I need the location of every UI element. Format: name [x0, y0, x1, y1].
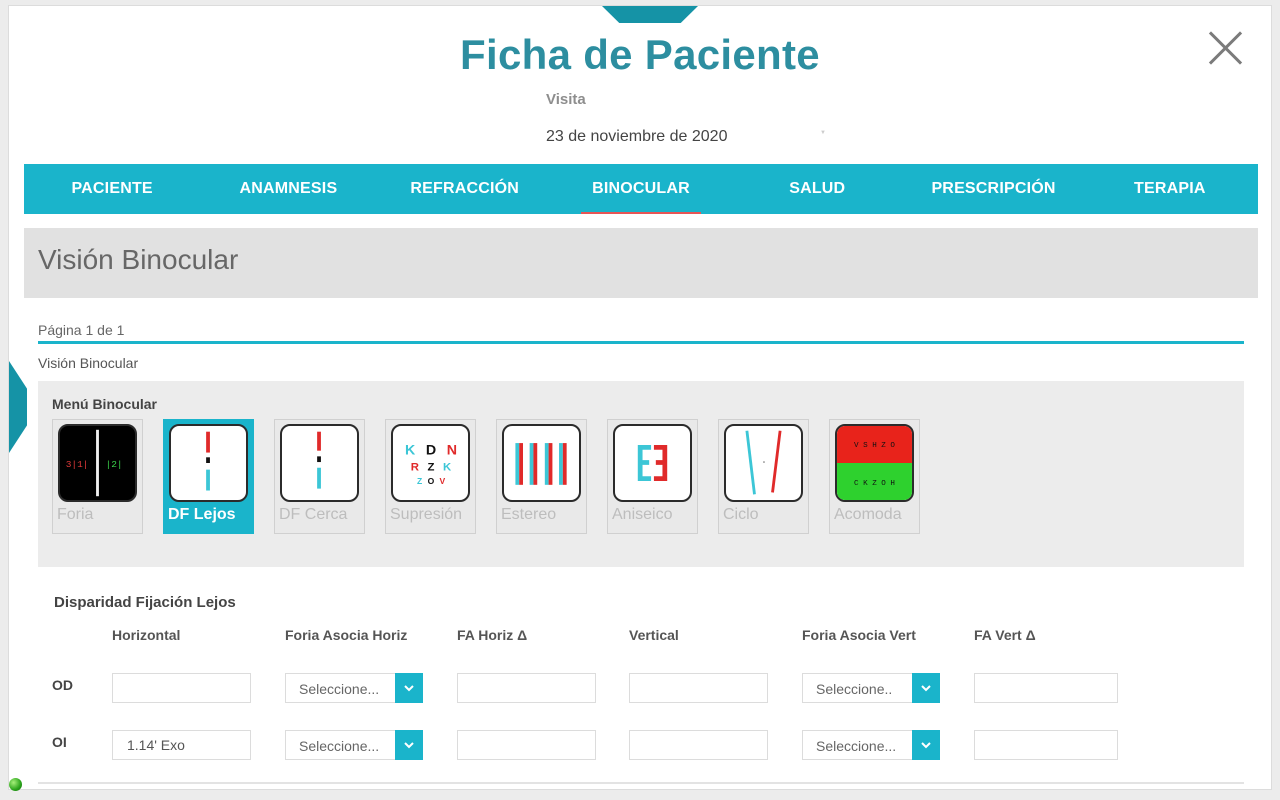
svg-text:V S H Z O: V S H Z O [854, 442, 895, 450]
col-header-foria-asocia-horiz: Foria Asocia Horiz [285, 627, 408, 643]
tab-anamnesis[interactable]: ANAMNESIS [200, 164, 376, 214]
ciclo-chart-icon [724, 424, 803, 502]
oi-fa-horiz-input[interactable] [457, 730, 596, 760]
chevron-down-icon[interactable] [912, 730, 940, 760]
menu-item-label: Acomoda [834, 506, 902, 523]
oi-fa-vert-input[interactable] [974, 730, 1118, 760]
select-value: Seleccione... [816, 738, 897, 754]
svg-text:N: N [447, 442, 457, 458]
menu-item-df-lejos[interactable]: DF Lejos [163, 419, 254, 534]
menu-item-label: Estereo [501, 506, 557, 523]
page-divider [38, 341, 1244, 344]
menu-item-ciclo[interactable]: Ciclo [718, 419, 809, 534]
menu-item-label: Aniseico [612, 506, 673, 523]
chevron-down-icon[interactable] [395, 673, 423, 703]
col-header-fa-horiz: FA Horiz Δ [457, 627, 528, 643]
visit-caret-icon: ▼ [820, 130, 826, 136]
menu-item-df-cerca[interactable]: DF Cerca [274, 419, 365, 534]
row-label-oi: OI [52, 734, 67, 750]
oi-foria-vert-select[interactable]: Seleccione... [802, 730, 940, 760]
menu-item-label: Ciclo [723, 506, 759, 523]
od-foria-horiz-select[interactable]: Seleccione... [285, 673, 423, 703]
od-foria-vert-select[interactable]: Seleccione.. [802, 673, 940, 703]
svg-text:|2|: |2| [106, 459, 123, 470]
breadcrumb: Visión Binocular [38, 355, 139, 371]
col-header-vertical: Vertical [629, 627, 679, 643]
tab-terapia[interactable]: TERAPIA [1082, 164, 1258, 214]
visit-label: Visita [546, 91, 586, 108]
section-title: Visión Binocular [38, 244, 239, 275]
status-indicator-icon [9, 778, 22, 791]
svg-text:R: R [411, 462, 419, 474]
menu-item-acomoda[interactable]: V S H Z O C K Z O H Acomoda [829, 419, 920, 534]
main-tab-bar: PACIENTE ANAMNESIS REFRACCIÓN BINOCULAR … [24, 164, 1258, 214]
close-icon[interactable] [1207, 30, 1243, 66]
bottom-divider [38, 782, 1244, 784]
col-header-horizontal: Horizontal [112, 627, 181, 643]
page-info: Página 1 de 1 [38, 322, 125, 338]
decorative-left-tab [9, 361, 27, 453]
select-value: Seleccione... [299, 738, 380, 754]
select-value: Seleccione.. [816, 681, 893, 697]
col-header-foria-asocia-vert: Foria Asocia Vert [802, 627, 916, 643]
menu-item-estereo[interactable]: Estereo [496, 419, 587, 534]
acomoda-chart-icon: V S H Z O C K Z O H [835, 424, 914, 502]
od-fa-vert-input[interactable] [974, 673, 1118, 703]
svg-text:O: O [428, 476, 435, 486]
svg-text:Z: Z [417, 476, 422, 486]
chevron-down-icon[interactable] [395, 730, 423, 760]
supresion-chart-icon: K D N R Z K Z O V [391, 424, 470, 502]
chevron-down-icon[interactable] [912, 673, 940, 703]
menu-item-supresion[interactable]: K D N R Z K Z O V Supresión [385, 419, 476, 534]
svg-text:Z: Z [427, 462, 434, 474]
svg-text:3|1|: 3|1| [66, 459, 89, 470]
estereo-chart-icon [502, 424, 581, 502]
oi-vertical-input[interactable] [629, 730, 768, 760]
menu-item-label: Foria [57, 506, 94, 523]
menu-item-label: Supresión [390, 506, 463, 523]
tab-salud[interactable]: SALUD [729, 164, 905, 214]
df-cerca-chart-icon [280, 424, 359, 502]
visit-date-select[interactable]: 23 de noviembre de 2020 [546, 128, 727, 146]
section-header: Visión Binocular [24, 228, 1258, 298]
oi-foria-horiz-select[interactable]: Seleccione... [285, 730, 423, 760]
form-title: Disparidad Fijación Lejos [54, 594, 236, 611]
od-fa-horiz-input[interactable] [457, 673, 596, 703]
df-lejos-chart-icon [169, 424, 248, 502]
tab-binocular[interactable]: BINOCULAR [553, 164, 729, 214]
svg-text:V: V [440, 476, 446, 486]
row-label-od: OD [52, 677, 73, 693]
svg-text:D: D [426, 442, 436, 458]
tab-prescripcion[interactable]: PRESCRIPCIÓN [905, 164, 1081, 214]
patient-record-modal: Ficha de Paciente Visita 23 de noviembre… [8, 5, 1272, 790]
menu-item-foria[interactable]: 3|1| |2| Foria [52, 419, 143, 534]
oi-horizontal-input[interactable] [112, 730, 251, 760]
menu-title: Menú Binocular [52, 396, 158, 412]
od-horizontal-input[interactable] [112, 673, 251, 703]
svg-text:K: K [405, 442, 416, 458]
svg-text:C K Z O H: C K Z O H [854, 480, 895, 488]
aniseico-chart-icon [613, 424, 692, 502]
od-vertical-input[interactable] [629, 673, 768, 703]
menu-item-aniseico[interactable]: Aniseico [607, 419, 698, 534]
col-header-fa-vert: FA Vert Δ [974, 627, 1036, 643]
menu-item-label: DF Lejos [168, 506, 236, 523]
menu-item-label: DF Cerca [279, 506, 348, 523]
binocular-menu-panel: Menú Binocular 3|1| |2| Foria DF Lejos D… [38, 381, 1244, 567]
select-value: Seleccione... [299, 681, 380, 697]
page-title: Ficha de Paciente [460, 31, 820, 78]
tab-paciente[interactable]: PACIENTE [24, 164, 200, 214]
foria-chart-icon: 3|1| |2| [58, 424, 137, 502]
svg-text:K: K [443, 462, 452, 474]
tab-refraccion[interactable]: REFRACCIÓN [377, 164, 553, 214]
decorative-top-tab [602, 6, 698, 23]
